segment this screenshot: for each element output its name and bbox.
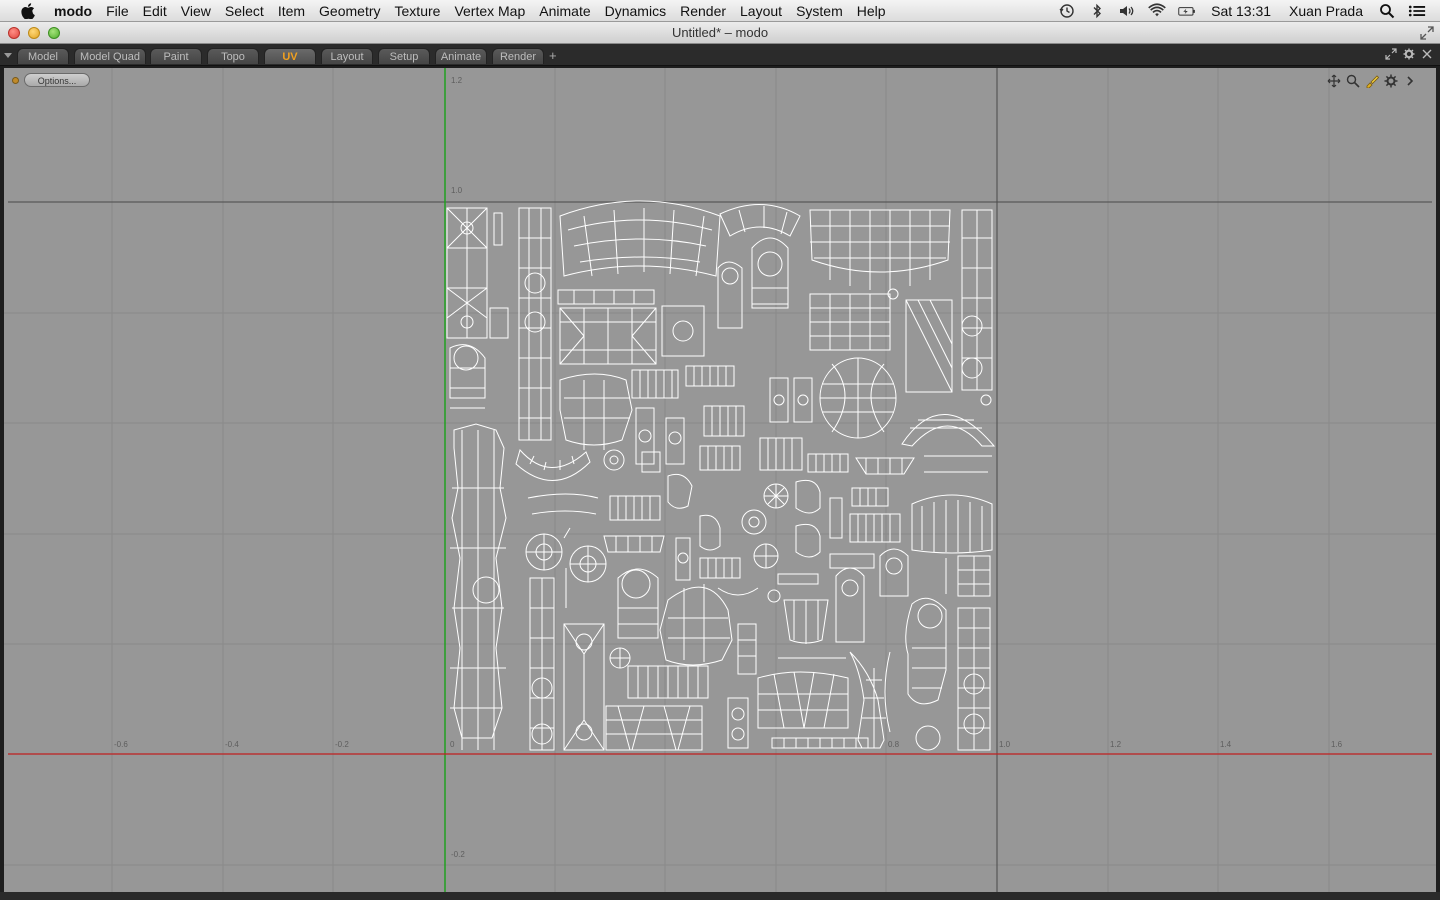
tab-paint[interactable]: Paint: [150, 48, 202, 64]
options-button[interactable]: Options...: [24, 73, 90, 87]
tab-render[interactable]: Render: [492, 48, 544, 64]
menu-app-modo[interactable]: modo: [52, 0, 99, 22]
uv-shells-wireframe: [446, 200, 996, 751]
battery-icon[interactable]: [1178, 3, 1196, 19]
y-tick-label: 1.2: [451, 76, 463, 85]
x-tick-label: -0.6: [114, 740, 128, 749]
add-tab-button[interactable]: +: [549, 48, 557, 64]
menu-layout[interactable]: Layout: [733, 0, 789, 22]
window-title: Untitled* – modo: [671, 25, 769, 40]
brush-icon[interactable]: [1364, 73, 1380, 89]
menu-vertex-map[interactable]: Vertex Map: [447, 0, 532, 22]
tab-layout[interactable]: Layout: [321, 48, 373, 64]
grid-lines: [4, 68, 1436, 892]
menu-select[interactable]: Select: [218, 0, 271, 22]
notification-list-icon[interactable]: [1408, 3, 1426, 19]
x-tick-label: -0.2: [335, 740, 349, 749]
apple-logo-icon[interactable]: [19, 2, 37, 19]
tab-topo[interactable]: Topo: [207, 48, 259, 64]
x-tick-label: 1.2: [1110, 740, 1122, 749]
menu-dynamics[interactable]: Dynamics: [598, 0, 673, 22]
menubar-user-name[interactable]: Xuan Prada: [1289, 3, 1363, 19]
uv-viewport[interactable]: -0.6 -0.4 -0.2 0 0.8 1.0 1.2 1.4 1.6 1.2…: [4, 68, 1436, 892]
spotlight-search-icon[interactable]: [1378, 3, 1396, 19]
menubar-status-area: Sat 13:31 Xuan Prada: [1052, 0, 1440, 22]
viewport-tools: [1326, 73, 1418, 89]
pan-icon[interactable]: [1326, 73, 1342, 89]
gear-icon[interactable]: [1402, 47, 1416, 61]
uv-grid: [4, 68, 1436, 892]
time-machine-icon[interactable]: [1058, 3, 1076, 19]
options-status-icon: [12, 77, 19, 84]
x-tick-label: 0: [450, 740, 455, 749]
x-tick-label: 0.8: [888, 740, 900, 749]
status-bar: [0, 892, 1440, 900]
menu-system[interactable]: System: [789, 0, 850, 22]
tabbar-tools: [1384, 47, 1434, 61]
y-tick-label: 1.0: [451, 186, 463, 195]
y-tick-label: -0.2: [451, 850, 465, 859]
menu-geometry[interactable]: Geometry: [312, 0, 387, 22]
x-tick-label: 1.6: [1331, 740, 1343, 749]
maximize-icon[interactable]: [1384, 47, 1398, 61]
volume-icon[interactable]: [1118, 3, 1136, 19]
menu-edit[interactable]: Edit: [136, 0, 174, 22]
tab-uv[interactable]: UV: [264, 48, 316, 64]
gear-icon[interactable]: [1383, 73, 1399, 89]
menu-animate[interactable]: Animate: [532, 0, 597, 22]
x-tick-label: 1.4: [1220, 740, 1232, 749]
menu-texture[interactable]: Texture: [388, 0, 448, 22]
menu-bar: modo File Edit View Select Item Geometry…: [0, 0, 1440, 22]
layout-tab-bar: Model Model Quad Paint Topo UV Layout Se…: [0, 44, 1440, 66]
tab-model[interactable]: Model: [17, 48, 69, 64]
menubar-clock[interactable]: Sat 13:31: [1211, 3, 1271, 19]
window-title-bar: Untitled* – modo: [0, 22, 1440, 44]
menu-item[interactable]: Item: [271, 0, 312, 22]
tab-menu-arrow-icon[interactable]: [4, 53, 12, 58]
menu-render[interactable]: Render: [673, 0, 733, 22]
zoom-icon[interactable]: [1345, 73, 1361, 89]
tab-setup[interactable]: Setup: [378, 48, 430, 64]
menu-view[interactable]: View: [174, 0, 218, 22]
tab-animate[interactable]: Animate: [435, 48, 487, 64]
arrow-right-icon[interactable]: [1402, 73, 1418, 89]
menu-file[interactable]: File: [99, 0, 136, 22]
close-icon[interactable]: [1420, 47, 1434, 61]
tab-model-quad[interactable]: Model Quad: [74, 48, 146, 64]
x-tick-label: 1.0: [999, 740, 1011, 749]
wifi-icon[interactable]: [1148, 3, 1166, 19]
bluetooth-icon[interactable]: [1088, 3, 1106, 19]
x-tick-label: -0.4: [225, 740, 239, 749]
fullscreen-icon[interactable]: [1420, 26, 1434, 40]
menu-help[interactable]: Help: [850, 0, 893, 22]
